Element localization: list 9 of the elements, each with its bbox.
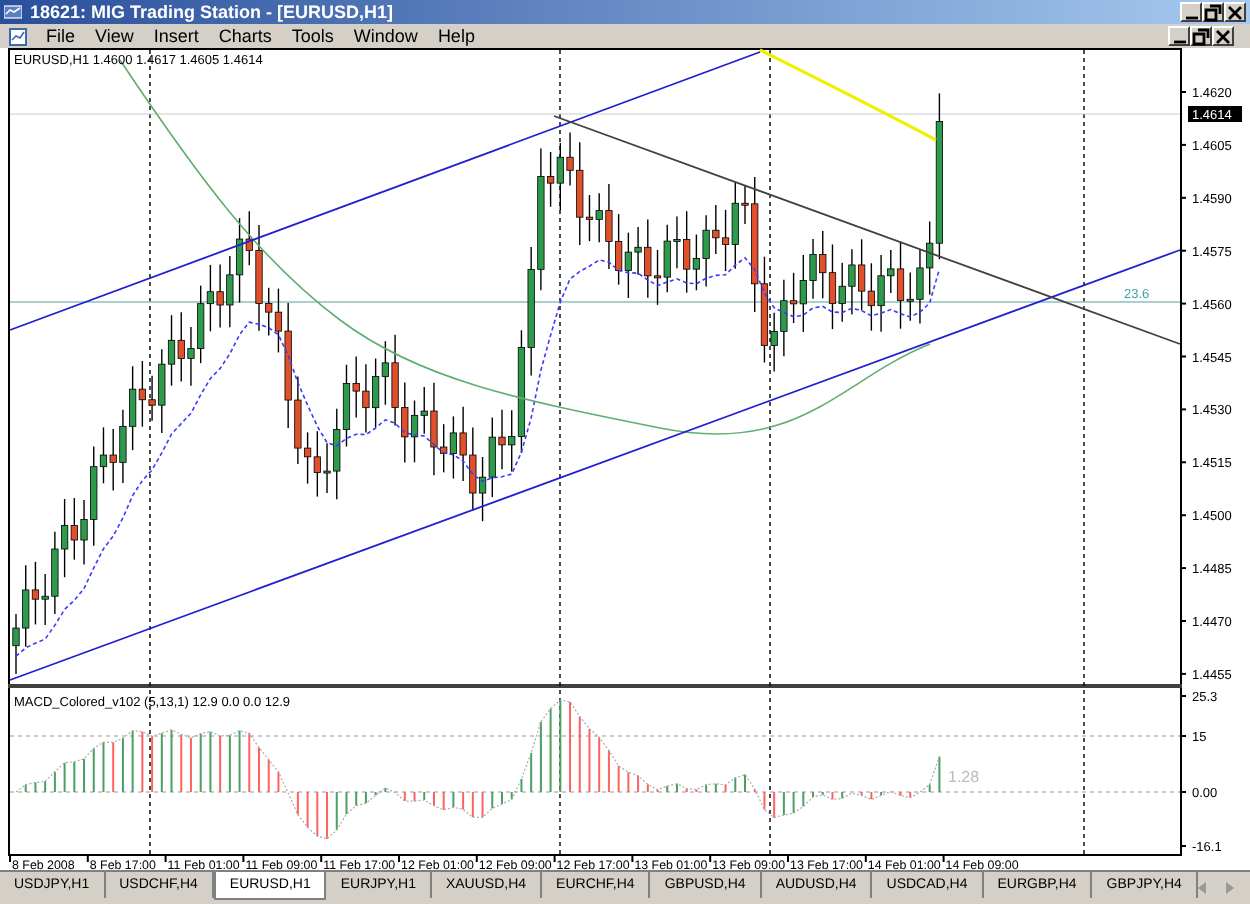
menu-item[interactable]: Window [343,24,428,48]
menu-item[interactable]: Tools [281,24,344,48]
menu-item[interactable]: View [85,24,144,48]
menu-item[interactable]: Help [427,24,485,48]
window-title: 18621: MIG Trading Station - [EURUSD,H1] [30,0,394,24]
indicator-value-label: 1.28 [948,768,980,786]
menu-item[interactable]: Charts [208,24,282,48]
menu-item[interactable]: Insert [143,24,209,48]
menu-item[interactable]: File [36,24,86,48]
